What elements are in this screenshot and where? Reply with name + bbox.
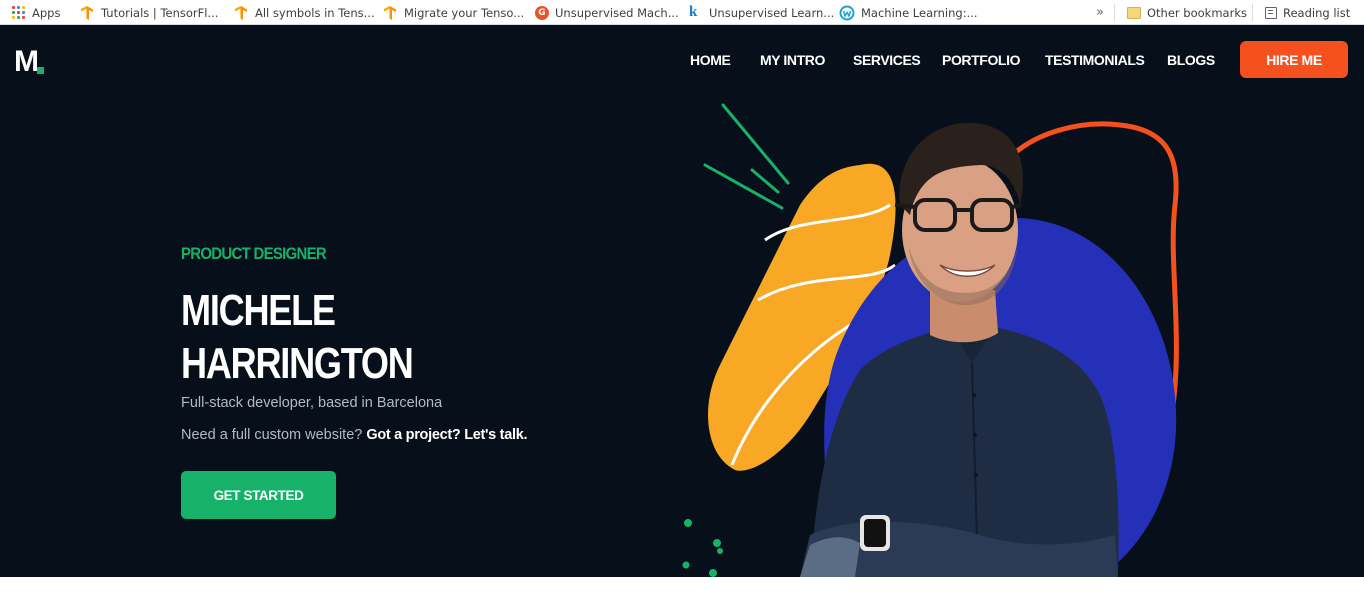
w-site-icon <box>839 5 855 20</box>
reading-list-label: Reading list <box>1283 5 1351 20</box>
cta-prefix-text: Need a full custom website? <box>181 427 367 443</box>
bookmarks-bar: Apps Tutorials | TensorFl... All symbols… <box>0 0 1364 25</box>
hero-cta-line: Need a full custom website? Got a projec… <box>181 427 528 443</box>
tensorflow-icon <box>81 5 93 20</box>
bookmark-label: Apps <box>32 5 61 20</box>
bookmarks-separator <box>1114 4 1115 21</box>
bookmark-label: Unsupervised Mach... <box>555 5 679 20</box>
other-bookmarks[interactable]: Other bookmarks <box>1127 0 1247 25</box>
logo-dot <box>37 67 44 74</box>
bookmark-tutorials-tensorflow[interactable]: Tutorials | TensorFl... <box>79 0 218 25</box>
chevron-double-right-icon: » <box>1096 5 1104 20</box>
g-site-icon: G <box>535 5 549 20</box>
nav-my-intro[interactable]: MY INTRO <box>760 52 825 68</box>
bookmark-label: Migrate your Tenso... <box>404 5 525 20</box>
bookmark-label: Machine Learning:... <box>861 5 978 20</box>
hire-me-button[interactable]: HIRE ME <box>1240 41 1348 78</box>
apps-grid-icon <box>12 5 26 20</box>
tensorflow-icon <box>235 5 247 20</box>
bookmarks-separator <box>1252 4 1253 21</box>
green-dots <box>682 519 723 577</box>
nav-testimonials[interactable]: TESTIMONIALS <box>1045 52 1145 68</box>
bookmark-apps[interactable]: Apps <box>12 0 60 25</box>
bookmarks-overflow-button[interactable]: » <box>1096 0 1104 25</box>
reading-list[interactable]: Reading list <box>1265 0 1350 25</box>
bookmark-migrate[interactable]: Migrate your Tenso... <box>382 0 524 25</box>
get-started-button[interactable]: GET STARTED <box>181 471 336 519</box>
green-scribble-lines <box>703 103 790 210</box>
bookmark-all-symbols[interactable]: All symbols in Tens... <box>233 0 375 25</box>
hero-name-last: HARRINGTON <box>181 339 414 388</box>
k-site-icon: k <box>689 3 698 20</box>
lets-talk-link[interactable]: Got a project? Let's talk. <box>366 427 527 443</box>
hero-subtitle: PRODUCT DESIGNER <box>181 244 327 263</box>
hero-description: Full-stack developer, based in Barcelona <box>181 395 443 411</box>
other-bookmarks-label: Other bookmarks <box>1147 5 1247 20</box>
reading-list-icon <box>1265 6 1277 19</box>
bookmark-machine-learning[interactable]: Machine Learning:... <box>839 0 978 25</box>
bookmark-label: Tutorials | TensorFl... <box>101 5 219 20</box>
bookmark-unsupervised-mach[interactable]: G Unsupervised Mach... <box>535 0 679 25</box>
hero-section: M HOME MY INTRO SERVICES PORTFOLIO TESTI… <box>0 25 1364 577</box>
bookmark-unsupervised-learn[interactable]: k Unsupervised Learn... <box>689 0 834 25</box>
nav-home[interactable]: HOME <box>690 52 731 68</box>
nav-portfolio[interactable]: PORTFOLIO <box>942 52 1020 68</box>
tensorflow-icon <box>384 5 396 20</box>
site-logo[interactable]: M <box>14 45 39 79</box>
nav-blogs[interactable]: BLOGS <box>1167 52 1215 68</box>
hero-name-first: MICHELE <box>181 286 336 335</box>
nav-services[interactable]: SERVICES <box>853 52 921 68</box>
folder-icon <box>1127 6 1141 19</box>
bookmark-label: Unsupervised Learn... <box>709 5 835 20</box>
hero-portrait-illustration <box>682 103 1179 577</box>
page-bottom-strip <box>0 577 1364 594</box>
bookmark-label: All symbols in Tens... <box>255 5 375 20</box>
